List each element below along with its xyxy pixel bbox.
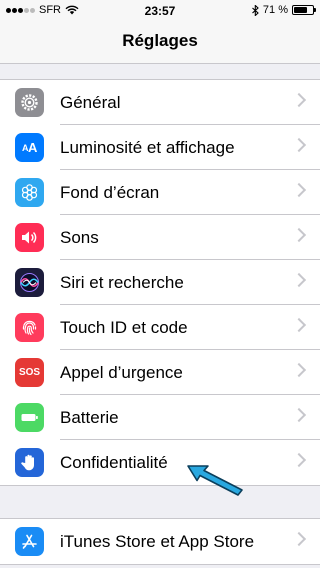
text-size-large-glyph: A bbox=[28, 140, 37, 155]
text-size-icon: AA bbox=[15, 133, 44, 162]
settings-item-label: Confidentialité bbox=[60, 453, 168, 472]
chevron-right-icon bbox=[291, 227, 307, 243]
sos-icon: SOS bbox=[15, 358, 44, 387]
chevron-right-icon bbox=[291, 137, 307, 153]
settings-item-label: Siri et recherche bbox=[60, 273, 184, 292]
settings-item-label: Luminosité et affichage bbox=[60, 138, 235, 157]
hand-icon bbox=[15, 448, 44, 477]
siri-icon bbox=[15, 268, 44, 297]
gear-icon bbox=[15, 88, 44, 117]
settings-item-label: Général bbox=[60, 93, 121, 112]
settings-item-general[interactable]: Général bbox=[0, 80, 320, 125]
chevron-right-icon bbox=[291, 362, 307, 378]
settings-group-main: Général AA Luminosité et affichage Fond … bbox=[0, 79, 320, 486]
battery-icon bbox=[15, 403, 44, 432]
settings-item-wallpaper[interactable]: Fond d’écran bbox=[0, 170, 320, 215]
chevron-right-icon bbox=[291, 452, 307, 468]
chevron-right-icon bbox=[291, 317, 307, 333]
battery-percent: 71 % bbox=[262, 4, 288, 16]
settings-item-display[interactable]: AA Luminosité et affichage bbox=[0, 125, 320, 170]
bluetooth-icon bbox=[252, 4, 259, 16]
chevron-right-icon bbox=[291, 92, 307, 108]
settings-item-label: Batterie bbox=[60, 408, 119, 427]
settings-item-label: Sons bbox=[60, 228, 99, 247]
app-store-icon bbox=[15, 527, 44, 556]
page-title: Réglages bbox=[122, 31, 198, 50]
settings-group-stores: iTunes Store et App Store bbox=[0, 518, 320, 565]
settings-item-siri[interactable]: Siri et recherche bbox=[0, 260, 320, 305]
settings-item-privacy[interactable]: Confidentialité bbox=[0, 440, 320, 485]
settings-item-touch-id[interactable]: Touch ID et code bbox=[0, 305, 320, 350]
pointer-arrow-icon bbox=[187, 465, 243, 496]
status-bar: SFR 23:57 71 % bbox=[0, 0, 320, 20]
settings-item-emergency-sos[interactable]: SOS Appel d’urgence bbox=[0, 350, 320, 395]
navigation-bar: Réglages bbox=[0, 20, 320, 64]
settings-item-label: Touch ID et code bbox=[60, 318, 188, 337]
settings-item-battery[interactable]: Batterie bbox=[0, 395, 320, 440]
chevron-right-icon bbox=[291, 182, 307, 198]
flower-icon bbox=[15, 178, 44, 207]
fingerprint-icon bbox=[15, 313, 44, 342]
chevron-right-icon bbox=[291, 272, 307, 288]
settings-item-label: Appel d’urgence bbox=[60, 363, 183, 382]
settings-item-sounds[interactable]: Sons bbox=[0, 215, 320, 260]
battery-icon bbox=[292, 5, 316, 15]
chevron-right-icon bbox=[291, 407, 307, 423]
settings-item-itunes-app-store[interactable]: iTunes Store et App Store bbox=[0, 519, 320, 564]
settings-item-label: iTunes Store et App Store bbox=[60, 532, 255, 551]
speaker-icon bbox=[15, 223, 44, 252]
settings-item-label: Fond d’écran bbox=[60, 183, 160, 202]
chevron-right-icon bbox=[291, 531, 307, 547]
